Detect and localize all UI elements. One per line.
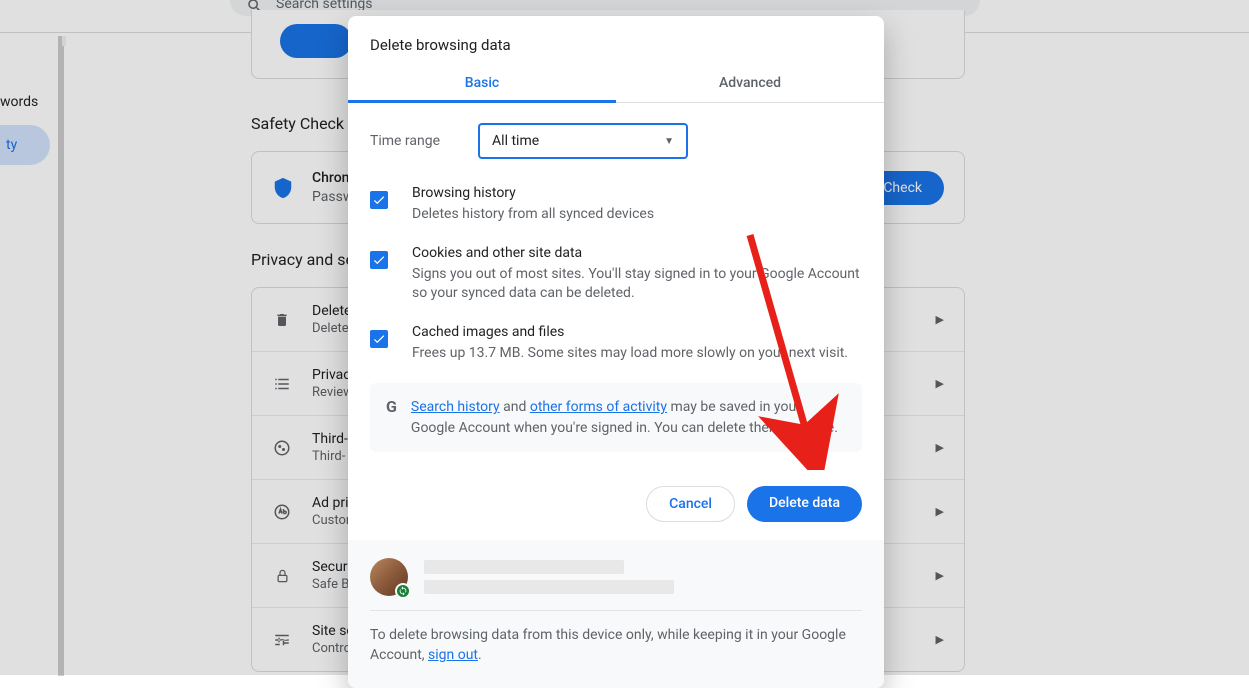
other-activity-link[interactable]: other forms of activity — [530, 399, 667, 415]
avatar — [370, 558, 408, 596]
time-range-select[interactable]: All time ▼ — [478, 123, 688, 159]
checkbox-browsing-history[interactable] — [370, 191, 388, 209]
checkbox-cookies[interactable] — [370, 251, 388, 269]
history-option-title: Browsing history — [412, 185, 654, 201]
account-info-redacted — [424, 560, 862, 594]
tab-basic[interactable]: Basic — [348, 64, 616, 103]
cache-option-title: Cached images and files — [412, 324, 848, 340]
chevron-down-icon: ▼ — [664, 136, 674, 147]
google-icon: G — [386, 397, 397, 416]
check-icon — [372, 332, 386, 346]
delete-browsing-data-dialog: Delete browsing data Basic Advanced Time… — [348, 16, 884, 688]
time-range-label: Time range — [370, 133, 440, 149]
check-icon — [372, 253, 386, 267]
cache-option-desc: Frees up 13.7 MB. Some sites may load mo… — [412, 344, 848, 364]
checkbox-cache[interactable] — [370, 330, 388, 348]
dialog-title: Delete browsing data — [348, 16, 884, 64]
delete-data-button[interactable]: Delete data — [747, 486, 862, 522]
sync-badge-icon — [395, 583, 411, 599]
cookies-option-desc: Signs you out of most sites. You'll stay… — [412, 265, 862, 304]
sign-out-link[interactable]: sign out — [428, 647, 478, 663]
cookies-option-title: Cookies and other site data — [412, 245, 862, 261]
history-option-desc: Deletes history from all synced devices — [412, 205, 654, 225]
cancel-button[interactable]: Cancel — [646, 486, 735, 522]
divider — [370, 610, 862, 611]
tab-advanced[interactable]: Advanced — [616, 64, 884, 103]
check-icon — [372, 193, 386, 207]
google-account-info: G Search history and other forms of acti… — [370, 383, 862, 452]
search-history-link[interactable]: Search history — [411, 399, 500, 415]
time-range-value: All time — [492, 133, 539, 149]
